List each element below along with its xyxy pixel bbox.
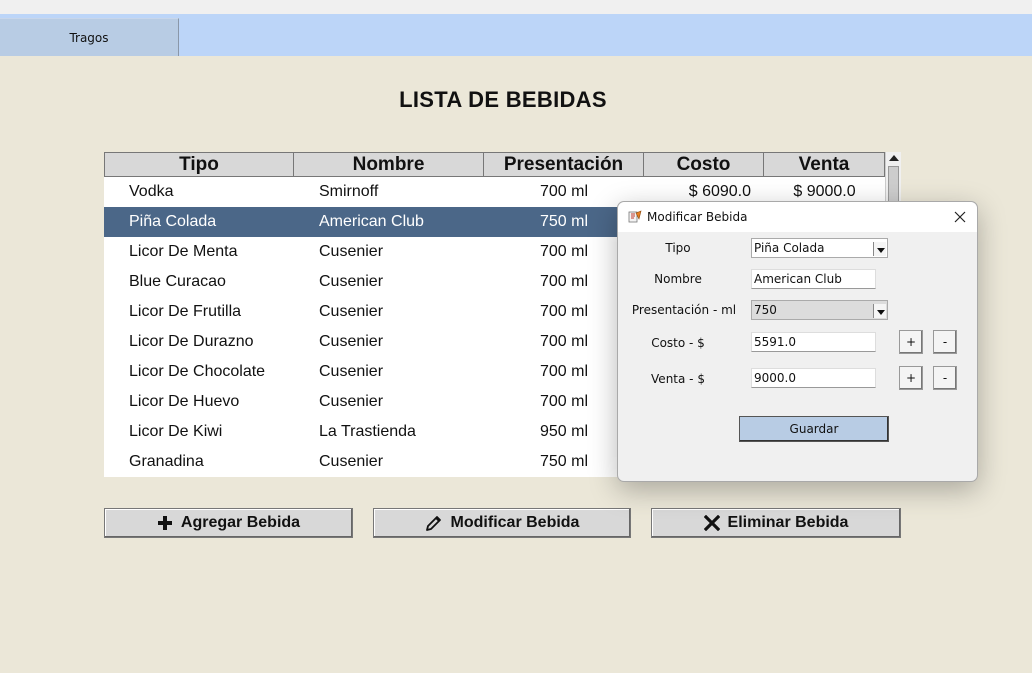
nombre-label: Nombre <box>654 272 702 286</box>
column-header-costo[interactable]: Costo <box>644 152 764 177</box>
cell-nombre: Cusenier <box>319 363 384 380</box>
cell-nombre: American Club <box>319 213 424 230</box>
cell-costo: $ 6090.0 <box>688 183 751 200</box>
costo-label: Costo - $ <box>651 336 705 350</box>
cell-tipo: Licor De Huevo <box>129 393 240 410</box>
cell-nombre: Cusenier <box>319 243 384 260</box>
presentacion-label: Presentación - ml <box>631 303 737 317</box>
column-header-venta[interactable]: Venta <box>764 152 885 177</box>
close-icon[interactable] <box>951 208 969 226</box>
cell-nombre: Cusenier <box>319 303 384 320</box>
column-header-tipo[interactable]: Tipo <box>104 152 294 177</box>
cell-tipo: Granadina <box>129 453 204 470</box>
app-icon <box>628 210 642 223</box>
column-header-nombre[interactable]: Nombre <box>294 152 484 177</box>
delete-drink-label: Eliminar Bebida <box>727 514 849 531</box>
edit-drink-dialog: Modificar Bebida Tipo Piña Colada Nombre… <box>617 201 978 482</box>
costo-decrement-button[interactable]: - <box>933 330 957 354</box>
tipo-label: Tipo <box>665 241 691 255</box>
cell-nombre: Cusenier <box>319 333 384 350</box>
nombre-field[interactable]: American Club <box>751 269 876 289</box>
cell-nombre: Cusenier <box>319 453 384 470</box>
cell-presentacion: 700 ml <box>539 183 589 200</box>
page-title: LISTA DE BEBIDAS <box>399 87 607 112</box>
pencil-icon <box>425 516 441 531</box>
table-header: Tipo Nombre Presentación Costo Venta <box>104 152 885 177</box>
presentacion-select-value: 750 <box>754 303 777 317</box>
add-drink-button[interactable]: Agregar Bebida <box>104 508 353 538</box>
column-header-presentacion[interactable]: Presentación <box>484 152 644 177</box>
cell-tipo: Licor De Chocolate <box>129 363 266 380</box>
tab-tragos[interactable]: Tragos <box>0 18 179 56</box>
cell-venta: $ 9000.0 <box>793 183 856 200</box>
dropdown-arrow-icon[interactable] <box>873 304 886 318</box>
cell-tipo: Licor De Kiwi <box>129 423 223 440</box>
cell-nombre: Smirnoff <box>319 183 379 200</box>
x-icon <box>703 515 720 531</box>
venta-field[interactable]: 9000.0 <box>751 368 876 388</box>
cell-nombre: La Trastienda <box>319 423 416 440</box>
venta-label: Venta - $ <box>651 372 705 386</box>
dialog-title: Modificar Bebida <box>647 210 748 224</box>
costo-increment-button[interactable]: + <box>899 330 923 354</box>
cell-tipo: Piña Colada <box>129 213 217 230</box>
add-drink-label: Agregar Bebida <box>180 514 301 531</box>
cell-nombre: Cusenier <box>319 273 384 290</box>
costo-field[interactable]: 5591.0 <box>751 332 876 352</box>
delete-drink-button[interactable]: Eliminar Bebida <box>651 508 901 538</box>
cell-tipo: Blue Curacao <box>129 273 226 290</box>
venta-decrement-button[interactable]: - <box>933 366 957 390</box>
save-button[interactable]: Guardar <box>739 416 889 442</box>
cell-tipo: Licor De Durazno <box>129 333 254 350</box>
venta-increment-button[interactable]: + <box>899 366 923 390</box>
presentacion-select[interactable]: 750 <box>751 300 888 320</box>
plus-icon <box>157 516 172 530</box>
tipo-select-value: Piña Colada <box>754 241 825 255</box>
dialog-titlebar[interactable]: Modificar Bebida <box>618 202 977 232</box>
tab-bar: Tragos <box>0 14 1032 56</box>
edit-drink-label: Modificar Bebida <box>450 514 580 531</box>
cell-tipo: Licor De Menta <box>129 243 238 260</box>
tipo-select[interactable]: Piña Colada <box>751 238 888 258</box>
scroll-up-arrow-icon[interactable] <box>889 155 899 161</box>
cell-tipo: Vodka <box>129 183 174 200</box>
dropdown-arrow-icon[interactable] <box>873 242 886 256</box>
window-top-strip <box>0 0 1032 14</box>
cell-tipo: Licor De Frutilla <box>129 303 242 320</box>
cell-nombre: Cusenier <box>319 393 384 410</box>
edit-drink-button[interactable]: Modificar Bebida <box>373 508 631 538</box>
